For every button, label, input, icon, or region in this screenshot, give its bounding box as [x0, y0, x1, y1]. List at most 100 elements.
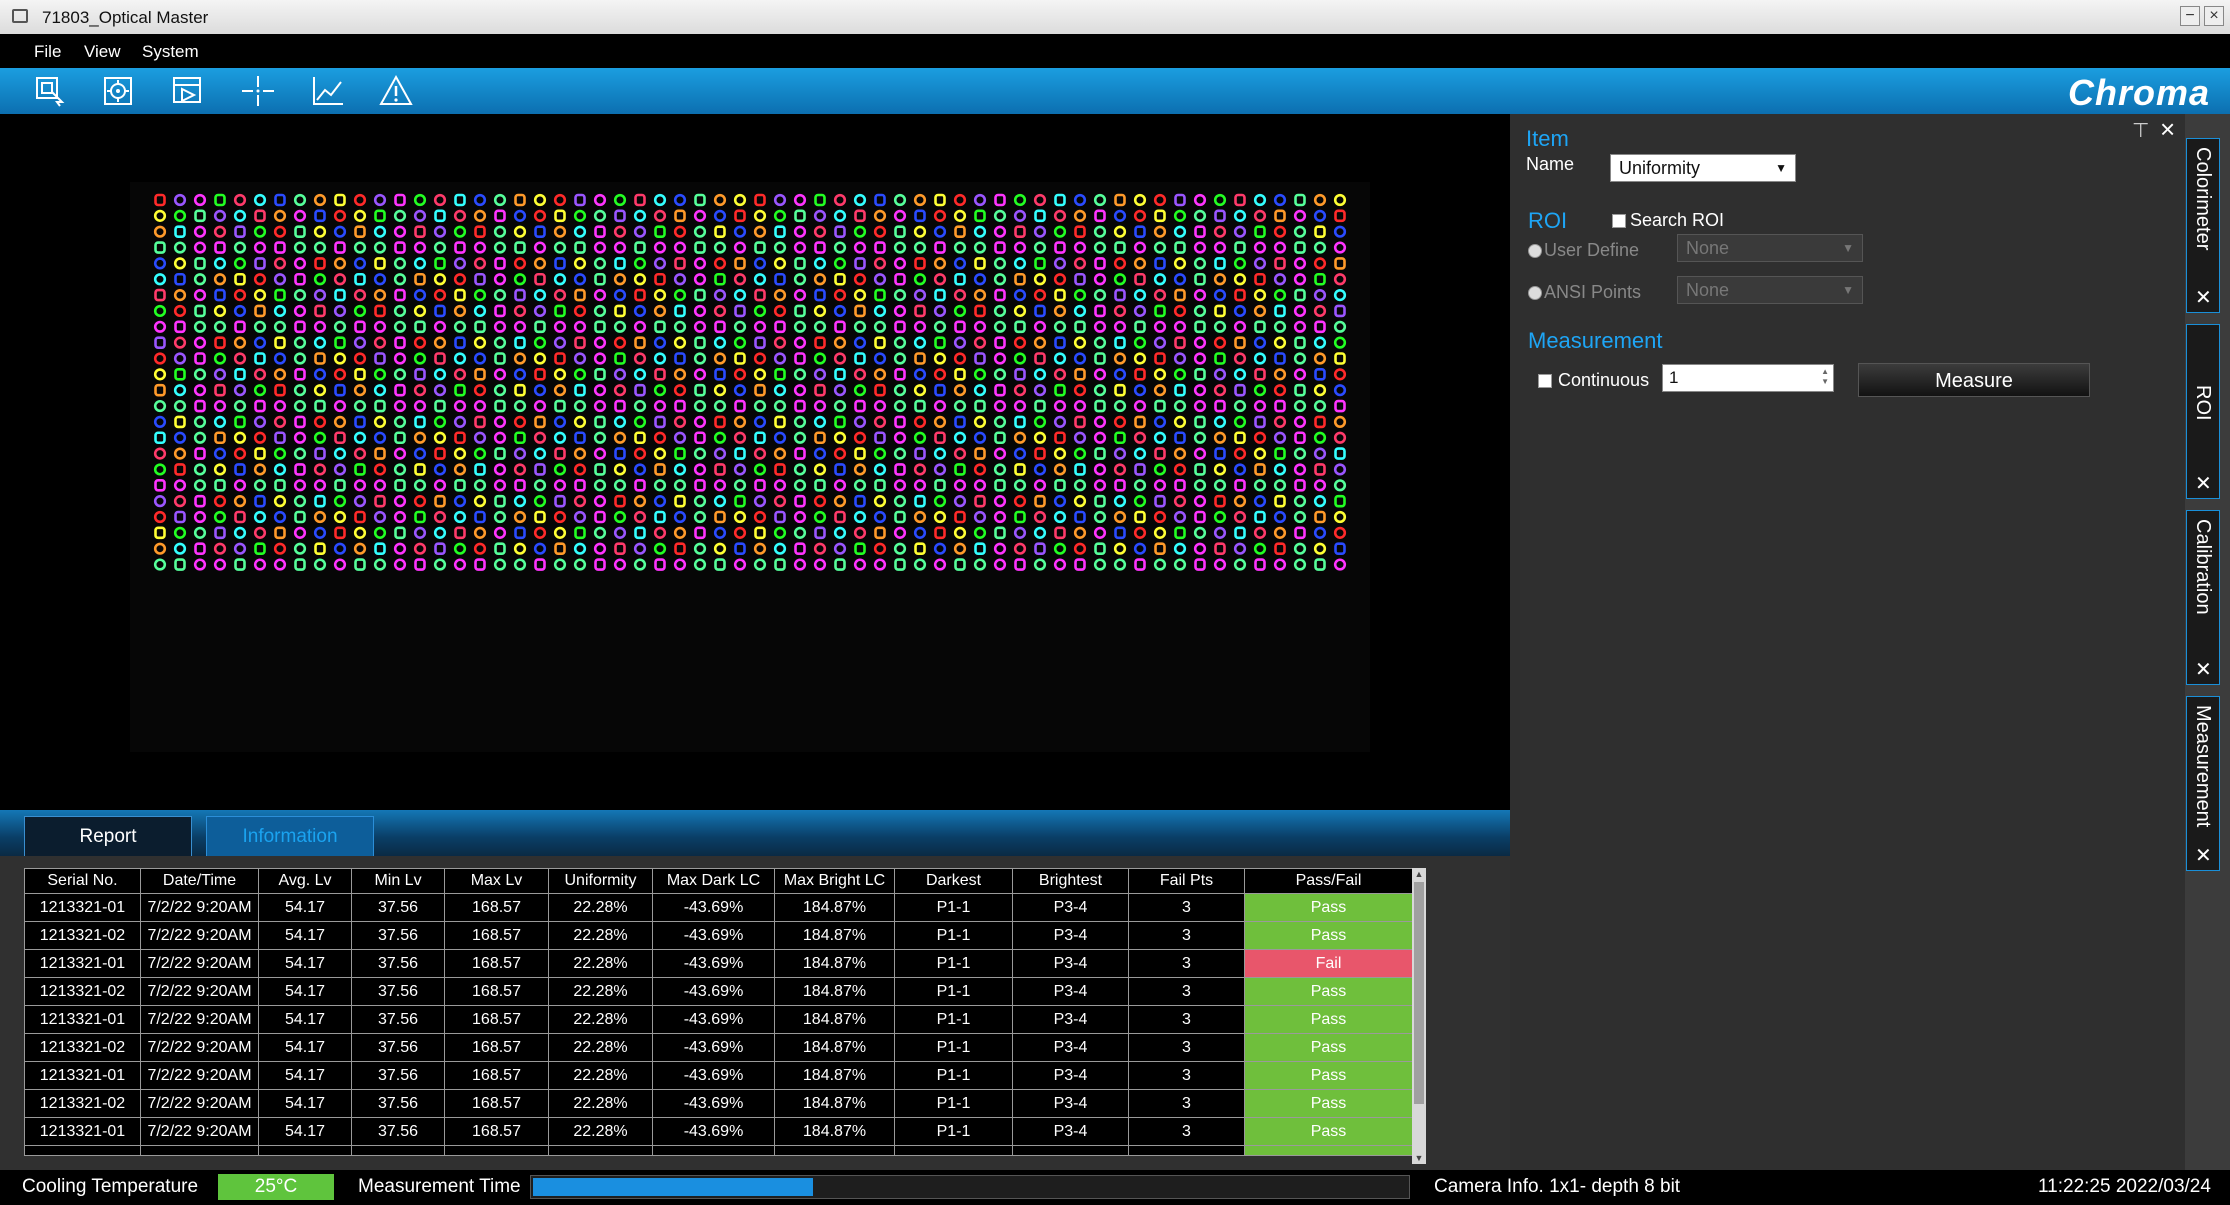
ansi-points-radio[interactable]: [1528, 286, 1542, 300]
pin-icon[interactable]: ⊤: [2132, 118, 2149, 143]
table-cell: P3-4: [1012, 1005, 1129, 1034]
close-panel-icon[interactable]: ×: [2160, 114, 2175, 145]
table-cell: 22.28%: [548, 1117, 653, 1146]
table-cell: 184.87%: [774, 1061, 895, 1090]
column-header[interactable]: Pass/Fail: [1244, 868, 1413, 894]
column-header[interactable]: Brightest: [1012, 868, 1129, 894]
table-cell: P1-1: [894, 977, 1013, 1006]
scroll-up-icon[interactable]: ▲: [1412, 868, 1426, 880]
user-define-select[interactable]: None ▼: [1677, 234, 1863, 262]
column-header[interactable]: Uniformity: [548, 868, 653, 894]
ansi-points-select[interactable]: None ▼: [1677, 276, 1863, 304]
table-scrollbar[interactable]: ▲ ▼: [1412, 868, 1426, 1164]
table-row-partial[interactable]: [24, 1145, 1413, 1156]
scrollbar-thumb[interactable]: [1414, 882, 1424, 1104]
close-icon[interactable]: ✕: [2195, 471, 2212, 496]
close-icon[interactable]: ✕: [2195, 657, 2212, 682]
menu-system[interactable]: System: [142, 42, 199, 62]
continuous-checkbox[interactable]: [1538, 374, 1552, 388]
table-cell: -43.69%: [652, 1089, 775, 1118]
measure-count-stepper[interactable]: 1 ▲ ▼: [1662, 364, 1834, 392]
column-header[interactable]: Max Lv: [444, 868, 549, 894]
close-icon[interactable]: ✕: [2195, 843, 2212, 868]
table-cell: 184.87%: [774, 921, 895, 950]
table-cell: P1-1: [894, 1089, 1013, 1118]
table-row[interactable]: 1213321-01 7/2/22 9:20AM 54.17 37.56 168.57 2…: [24, 1005, 1413, 1034]
crosshair-icon[interactable]: [240, 74, 276, 108]
table-cell: 168.57: [444, 977, 549, 1006]
table-row[interactable]: 1213321-01 7/2/22 9:20AM 54.17 37.56 168.57 2…: [24, 949, 1413, 978]
column-header[interactable]: Darkest: [894, 868, 1013, 894]
playback-icon[interactable]: [170, 74, 206, 108]
pass-fail-cell: Pass: [1244, 977, 1413, 1006]
table-cell: P1-1: [894, 893, 1013, 922]
search-roi-label: Search ROI: [1630, 210, 1725, 230]
table-cell: 7/2/22 9:20AM: [140, 1033, 259, 1062]
column-header[interactable]: Max Dark LC: [652, 868, 775, 894]
minimize-icon[interactable]: −: [2180, 6, 2200, 26]
table-cell: 184.87%: [774, 949, 895, 978]
measurement-progress-bar: [530, 1175, 1410, 1199]
table-cell: 37.56: [351, 977, 445, 1006]
roi-select-icon[interactable]: [32, 74, 68, 108]
menu-view[interactable]: View: [84, 42, 121, 62]
table-header-row: Serial No. Date/Time Avg. Lv Min Lv Max Lv Un…: [24, 868, 1413, 894]
dock-tab-roi[interactable]: ROI ✕: [2186, 324, 2220, 499]
warning-icon[interactable]: [378, 74, 414, 108]
chart-icon[interactable]: [310, 74, 346, 108]
menu-file[interactable]: File: [34, 42, 61, 62]
spinner-arrows-icon[interactable]: ▲ ▼: [1821, 367, 1829, 387]
table-cell: -43.69%: [652, 977, 775, 1006]
table-cell: P1-1: [894, 1061, 1013, 1090]
table-cell: 1213321-01: [24, 893, 141, 922]
table-cell: 3: [1128, 1117, 1245, 1146]
table-cell: [24, 1145, 141, 1156]
column-header[interactable]: Date/Time: [140, 868, 259, 894]
table-row[interactable]: 1213321-02 7/2/22 9:20AM 54.17 37.56 168.57 2…: [24, 1089, 1413, 1118]
table-row[interactable]: 1213321-02 7/2/22 9:20AM 54.17 37.56 168.57 2…: [24, 921, 1413, 950]
column-header[interactable]: Serial No.: [24, 868, 141, 894]
user-define-radio[interactable]: [1528, 244, 1542, 258]
item-name-select[interactable]: Uniformity ▼: [1610, 154, 1796, 182]
table-cell: 3: [1128, 1089, 1245, 1118]
table-cell: [140, 1145, 259, 1156]
table-cell: 54.17: [258, 977, 352, 1006]
column-header[interactable]: Min Lv: [351, 868, 445, 894]
window-title: 71803_Optical Master: [42, 8, 209, 27]
table-row[interactable]: 1213321-02 7/2/22 9:20AM 54.17 37.56 168.57 2…: [24, 1033, 1413, 1062]
close-window-icon[interactable]: ×: [2204, 6, 2224, 26]
table-cell: 168.57: [444, 1005, 549, 1034]
table-cell: 22.28%: [548, 1061, 653, 1090]
tab-information[interactable]: Information: [206, 816, 374, 856]
table-cell: 1213321-01: [24, 1117, 141, 1146]
table-row[interactable]: 1213321-01 7/2/22 9:20AM 54.17 37.56 168.57 2…: [24, 1061, 1413, 1090]
column-header[interactable]: Max Bright LC: [774, 868, 895, 894]
user-define-value: None: [1686, 238, 1730, 258]
measurement-time-label: Measurement Time: [358, 1176, 521, 1197]
dock-tab-measurement[interactable]: Measurement ✕: [2186, 696, 2220, 871]
tab-report[interactable]: Report: [24, 816, 192, 856]
close-icon[interactable]: ✕: [2195, 285, 2212, 310]
ansi-points-value: None: [1686, 280, 1730, 300]
dock-tab-colorimeter[interactable]: Colorimeter ✕: [2186, 138, 2220, 313]
target-settings-icon[interactable]: [100, 74, 136, 108]
image-viewer[interactable]: [0, 114, 1510, 810]
table-cell: [652, 1145, 775, 1156]
scroll-down-icon[interactable]: ▼: [1412, 1152, 1426, 1164]
table-row[interactable]: 1213321-01 7/2/22 9:20AM 54.17 37.56 168.57 2…: [24, 893, 1413, 922]
measure-button[interactable]: Measure: [1858, 363, 2090, 397]
search-roi-checkbox[interactable]: [1612, 214, 1626, 228]
table-cell: 7/2/22 9:20AM: [140, 949, 259, 978]
table-cell: 54.17: [258, 1005, 352, 1034]
table-row[interactable]: 1213321-02 7/2/22 9:20AM 54.17 37.56 168.57 2…: [24, 977, 1413, 1006]
dock-tab-calibration[interactable]: Calibration ✕: [2186, 510, 2220, 685]
table-cell: 1213321-02: [24, 977, 141, 1006]
column-header[interactable]: Fail Pts: [1128, 868, 1245, 894]
continuous-label: Continuous: [1558, 370, 1650, 390]
table-row[interactable]: 1213321-01 7/2/22 9:20AM 54.17 37.56 168.57 2…: [24, 1117, 1413, 1146]
table-cell: 7/2/22 9:20AM: [140, 1005, 259, 1034]
table-cell: P3-4: [1012, 1033, 1129, 1062]
table-cell: 184.87%: [774, 893, 895, 922]
dock-label-colorimeter: Colorimeter: [2192, 147, 2214, 251]
column-header[interactable]: Avg. Lv: [258, 868, 352, 894]
